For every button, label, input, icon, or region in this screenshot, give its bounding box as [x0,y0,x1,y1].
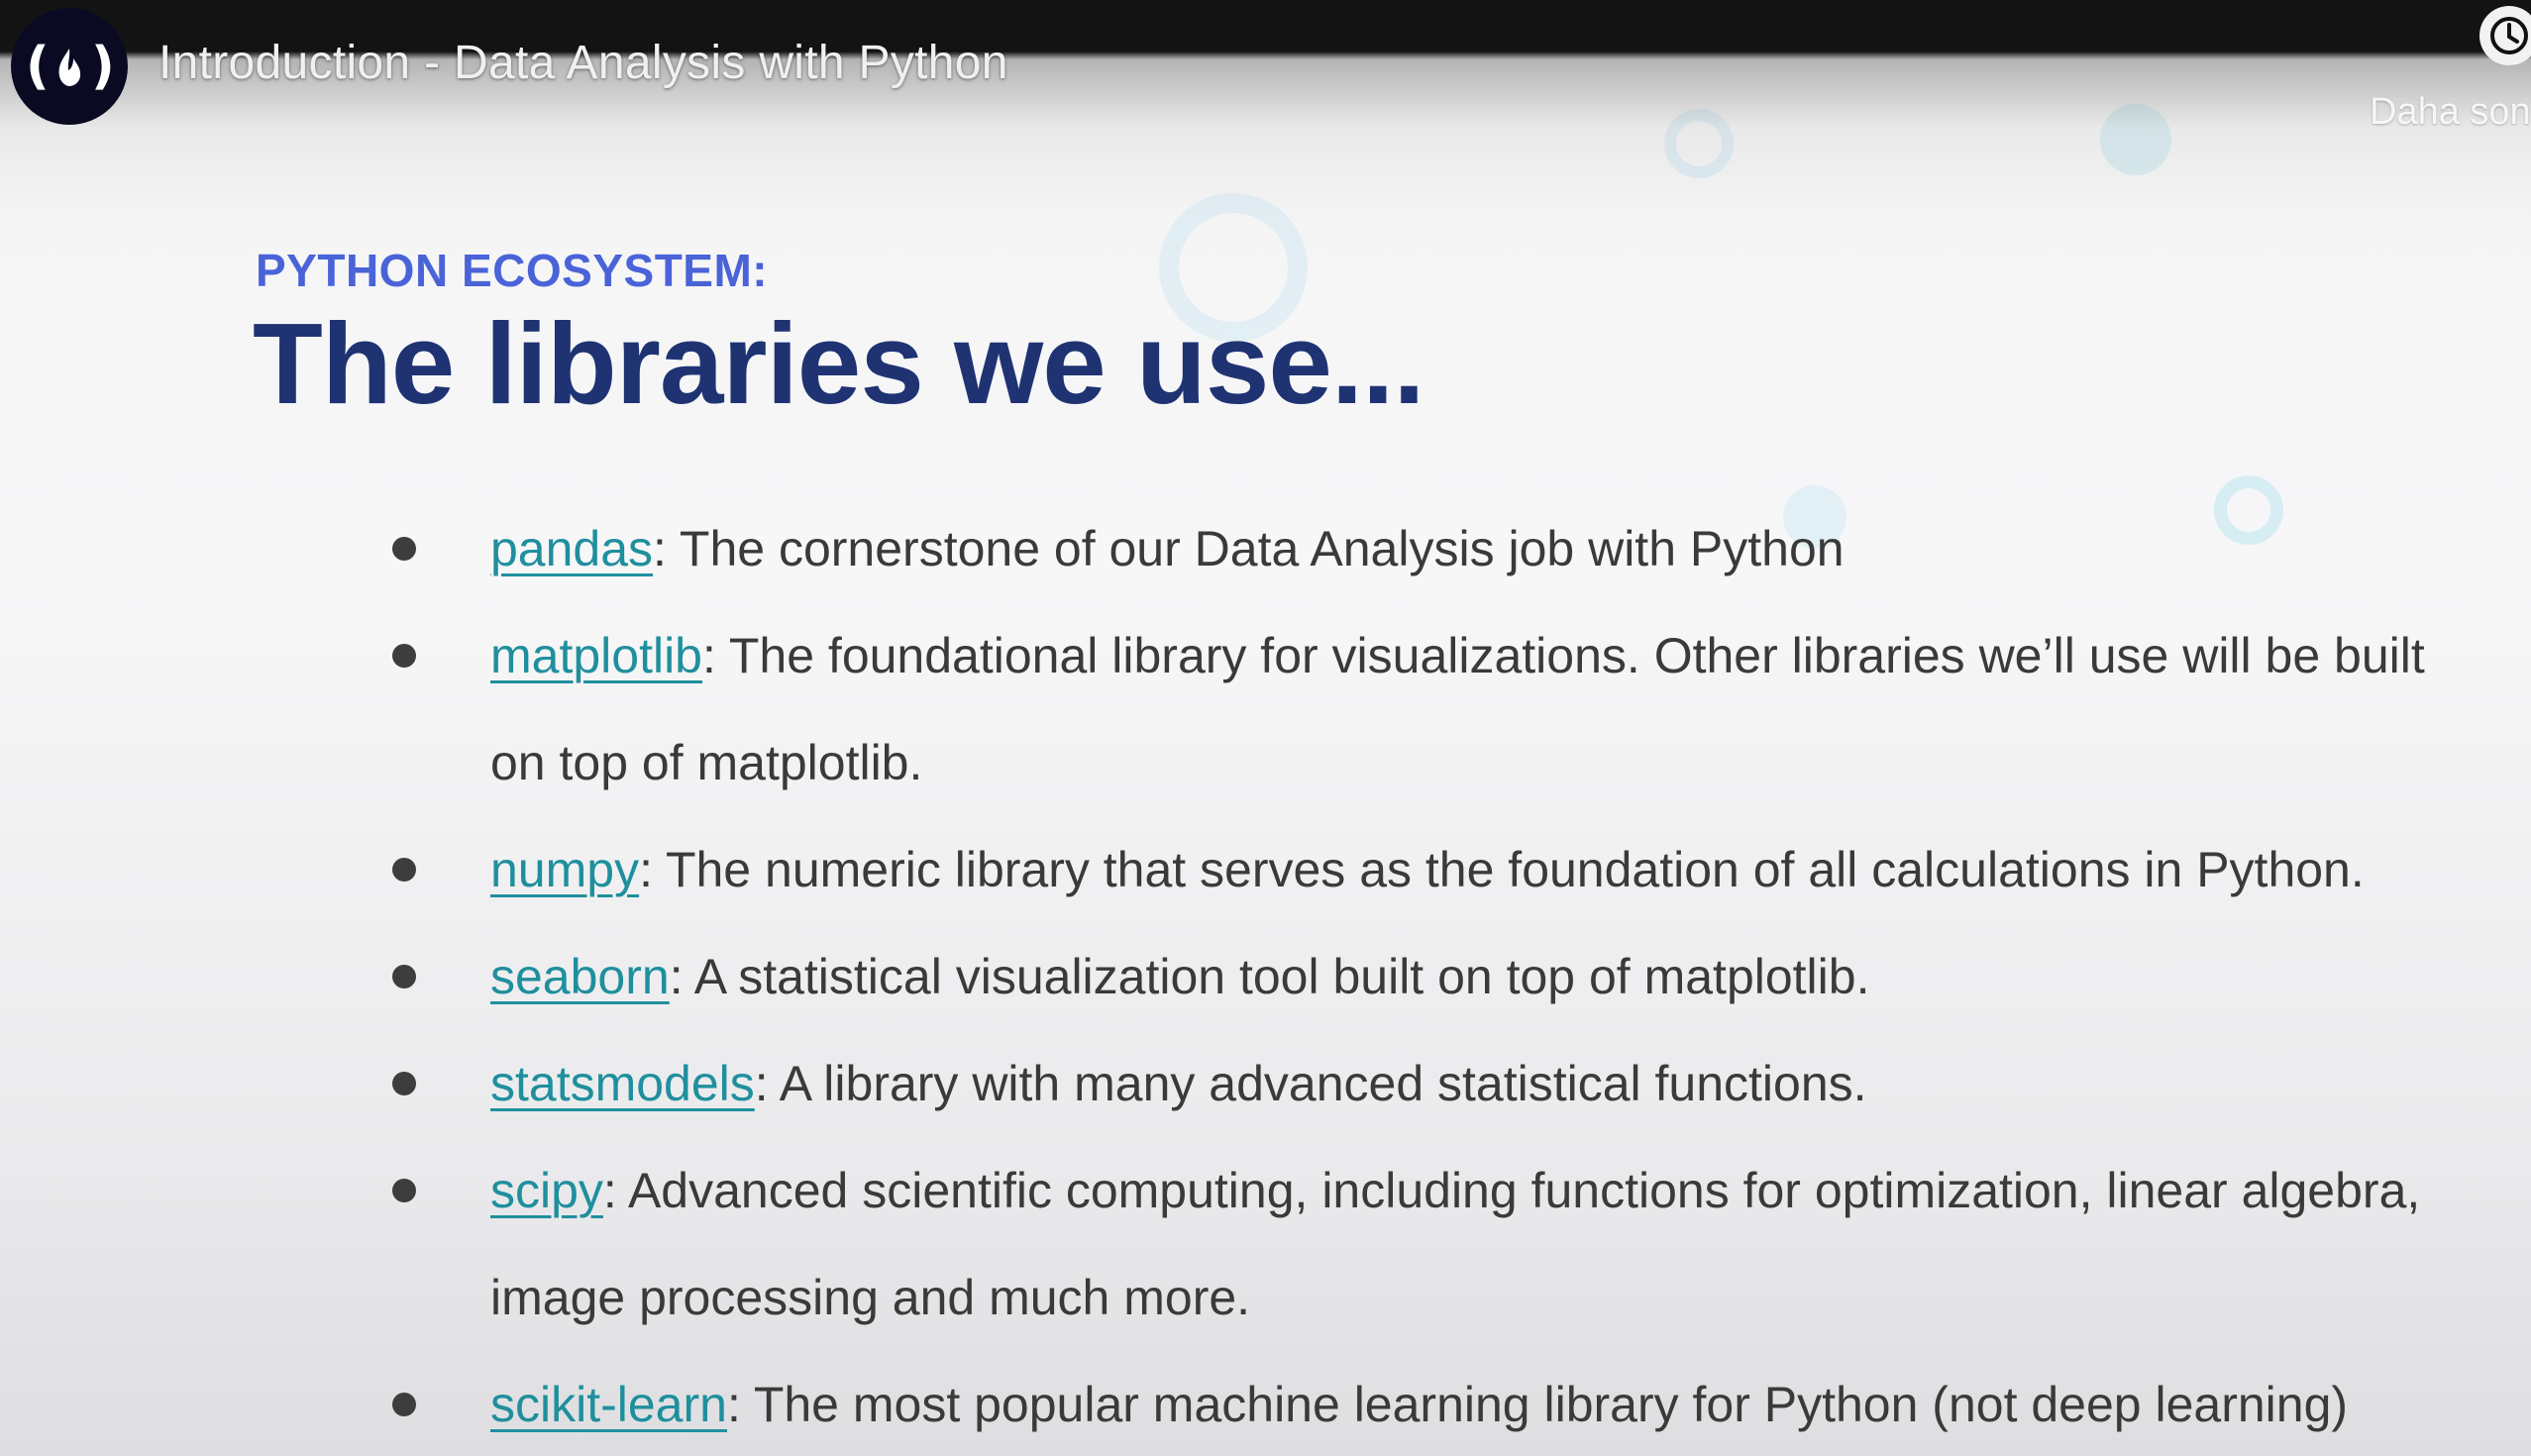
library-link-numpy[interactable]: numpy [490,842,639,897]
list-item-text: scipy: Advanced scientific computing, in… [490,1137,2491,1351]
bullet-icon [392,1072,416,1095]
title-overlay [0,0,2531,228]
library-description: : A library with many advanced statistic… [754,1056,1867,1111]
bullet-icon [392,858,416,882]
library-description: : The numeric library that serves as the… [639,842,2365,897]
bullet-icon [392,1179,416,1202]
list-item-text: matplotlib: The foundational library for… [490,602,2491,816]
bullet-icon [392,965,416,988]
bullet-icon [392,644,416,668]
video-frame[interactable]: ( ) Introduction - Data Analysis with Py… [0,0,2531,1456]
bullet-icon [392,537,416,561]
library-link-statsmodels[interactable]: statsmodels [490,1056,755,1111]
library-description: : A statistical visualization tool built… [669,949,1870,1004]
svg-text:(: ( [26,37,50,96]
library-description: : The foundational library for visualiza… [490,628,2425,790]
watch-later-button[interactable] [2479,6,2531,65]
list-item-text: seaborn: A statistical visualization too… [490,923,2491,1030]
list-item-text: statsmodels: A library with many advance… [490,1030,2491,1137]
bullet-icon [392,1393,416,1416]
library-link-matplotlib[interactable]: matplotlib [490,628,702,683]
list-item-text: pandas: The cornerstone of our Data Anal… [490,495,2491,602]
freecodecamp-logo-icon: ( ) [26,37,115,96]
svg-text:): ) [91,37,115,96]
clock-icon [2490,17,2528,54]
slide-kicker: PYTHON ECOSYSTEM: [256,245,769,296]
list-item-text: scikit-learn: The most popular machine l… [490,1351,2491,1456]
library-link-scipy[interactable]: scipy [490,1163,603,1218]
watch-later-label: Daha son [2370,91,2531,133]
list-item-text: numpy: The numeric library that serves a… [490,816,2491,923]
slide-heading: The libraries we use... [253,299,1425,428]
library-link-scikit-learn[interactable]: scikit-learn [490,1377,727,1432]
library-description: : The cornerstone of our Data Analysis j… [653,521,1845,576]
library-link-seaborn[interactable]: seaborn [490,949,670,1004]
library-description: : The most popular machine learning libr… [726,1377,2349,1432]
library-link-pandas[interactable]: pandas [490,521,653,576]
library-description: : Advanced scientific computing, includi… [490,1163,2421,1325]
channel-avatar[interactable]: ( ) [11,8,128,125]
video-title[interactable]: Introduction - Data Analysis with Python [158,36,1008,90]
